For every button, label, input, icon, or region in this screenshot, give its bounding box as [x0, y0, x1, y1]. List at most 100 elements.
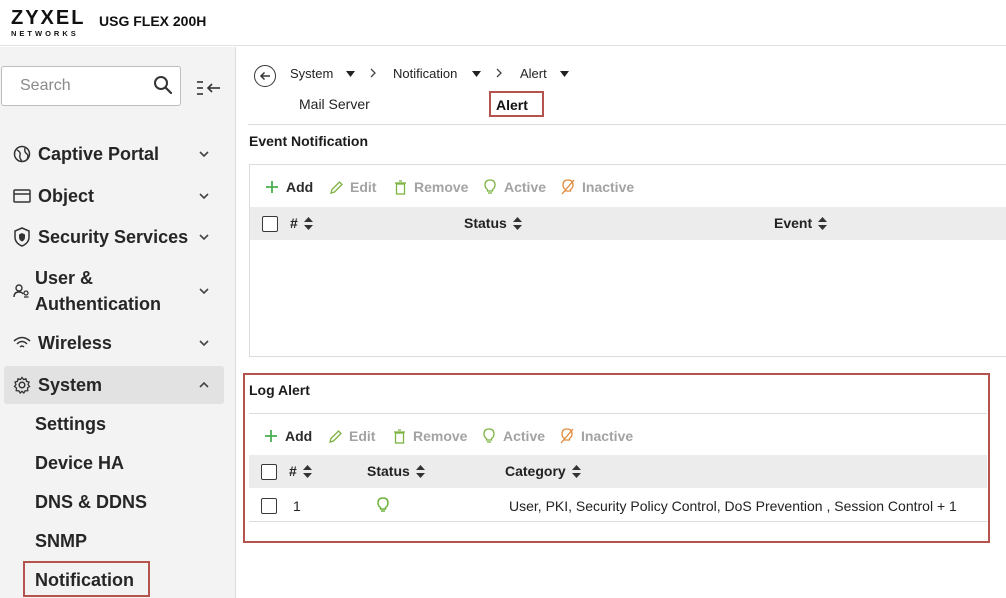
sidebar-item-label-line2: Authentication [35, 294, 161, 314]
search-input[interactable] [20, 75, 148, 97]
event-notification-panel: Add Edit Remove Active Inactive # Status [249, 164, 1006, 357]
trash-icon [391, 428, 407, 444]
sidebar-sub-settings[interactable]: Settings [35, 414, 106, 435]
column-header-event[interactable]: Event [774, 215, 828, 231]
log-active-button[interactable]: Active [481, 428, 545, 444]
sidebar-item-object[interactable]: Object [0, 176, 236, 216]
top-bar: ZYXEL NETWORKS USG FLEX 200H [0, 0, 1006, 46]
status-active-bulb-icon [377, 497, 389, 512]
caret-down-icon[interactable] [346, 71, 355, 77]
sidebar-sub-label: Notification [35, 570, 134, 590]
sidebar-sub-dns-ddns[interactable]: DNS & DDNS [35, 492, 147, 513]
zyxel-logo[interactable]: ZYXEL NETWORKS [11, 8, 85, 38]
table-row[interactable]: 1 User, PKI, Security Policy Control, Do… [249, 488, 987, 522]
bulb-icon [482, 179, 498, 195]
breadcrumb-notification[interactable]: Notification [393, 66, 457, 81]
log-edit-button[interactable]: Edit [327, 428, 375, 444]
event-active-label: Active [504, 179, 547, 195]
search-box[interactable] [1, 66, 181, 106]
event-notification-title: Event Notification [249, 133, 369, 149]
event-active-button[interactable]: Active [482, 179, 546, 195]
row-checkbox[interactable] [261, 498, 277, 514]
column-label: Event [774, 215, 813, 231]
arrow-left-icon [259, 71, 270, 81]
sidebar-item-wireless[interactable]: Wireless [0, 323, 236, 363]
sidebar-item-label: Object [38, 185, 95, 206]
search-icon[interactable] [153, 75, 173, 95]
sort-icon [512, 216, 522, 230]
sidebar-sub-device-ha[interactable]: Device HA [35, 453, 124, 474]
tab-divider [248, 124, 1006, 125]
object-icon [12, 186, 32, 206]
bulb-off-icon [560, 179, 576, 195]
chevron-down-icon [199, 234, 209, 241]
sidebar-item-label-line1: User & [35, 268, 94, 288]
select-all-checkbox[interactable] [262, 216, 278, 232]
log-active-label: Active [503, 428, 546, 444]
caret-down-icon[interactable] [472, 71, 481, 77]
sidebar-item-user-authentication[interactable]: User & Authentication [0, 263, 236, 319]
event-remove-button[interactable]: Remove [392, 179, 468, 195]
main-content: System Notification Alert Mail Server Al… [237, 47, 1006, 598]
back-button[interactable] [254, 65, 276, 87]
sidebar-item-security-services[interactable]: Security Services [0, 217, 236, 257]
column-label: Category [505, 463, 566, 479]
sidebar-item-captive-portal[interactable]: Captive Portal [0, 134, 236, 174]
event-inactive-label: Inactive [582, 179, 635, 195]
log-remove-label: Remove [413, 428, 468, 444]
log-remove-button[interactable]: Remove [391, 428, 467, 444]
tab-mail-server[interactable]: Mail Server [299, 96, 370, 112]
chevron-down-icon [199, 193, 209, 200]
plus-icon [263, 428, 279, 444]
column-header-index[interactable]: # [290, 215, 313, 231]
column-header-category[interactable]: Category [505, 463, 581, 479]
chevron-down-icon [199, 288, 209, 295]
log-add-button[interactable]: Add [263, 428, 312, 444]
event-add-button[interactable]: Add [264, 179, 313, 195]
row-index: 1 [293, 498, 301, 514]
event-edit-label: Edit [350, 179, 377, 195]
chevron-down-icon [199, 151, 209, 158]
sidebar-sub-notification[interactable]: Notification [23, 561, 150, 597]
sidebar-sub-snmp[interactable]: SNMP [35, 531, 87, 552]
event-edit-button[interactable]: Edit [328, 179, 376, 195]
column-header-index[interactable]: # [289, 463, 312, 479]
column-header-status[interactable]: Status [367, 463, 425, 479]
sidebar: Captive Portal Object Security Services … [0, 47, 236, 598]
log-inactive-button[interactable]: Inactive [559, 428, 633, 444]
select-all-checkbox[interactable] [261, 464, 277, 480]
sort-icon [302, 464, 312, 478]
chevron-up-icon [199, 381, 209, 388]
event-add-label: Add [286, 179, 314, 195]
brand-sub: NETWORKS [11, 29, 79, 38]
breadcrumb-system[interactable]: System [290, 66, 333, 81]
log-table-header: # Status Category [249, 455, 987, 488]
chevron-right-icon [370, 68, 376, 78]
sidebar-item-label: Security Services [38, 226, 189, 247]
column-label: # [289, 463, 297, 479]
column-header-status[interactable]: Status [464, 215, 522, 231]
chevron-down-icon [199, 340, 209, 347]
trash-icon [392, 179, 408, 195]
divider [249, 413, 987, 414]
sidebar-item-system[interactable]: System [4, 366, 224, 404]
sidebar-item-label: Wireless [38, 332, 112, 353]
log-add-label: Add [285, 428, 313, 444]
sort-icon [415, 464, 425, 478]
gear-icon [12, 375, 32, 395]
collapse-sidebar-icon[interactable] [196, 78, 222, 98]
breadcrumb-alert[interactable]: Alert [520, 66, 547, 81]
caret-down-icon[interactable] [560, 71, 569, 77]
sort-icon [818, 216, 828, 230]
brand-name: ZYXEL [11, 7, 86, 29]
column-label: Status [464, 215, 507, 231]
bulb-off-icon [559, 428, 575, 444]
sort-icon [571, 464, 581, 478]
event-inactive-button[interactable]: Inactive [560, 179, 634, 195]
column-label: # [290, 215, 298, 231]
chevron-right-icon [496, 68, 502, 78]
tab-alert[interactable]: Alert [489, 91, 544, 117]
log-edit-label: Edit [349, 428, 376, 444]
event-table-header: # Status Event [250, 207, 1006, 240]
sidebar-item-label: User & Authentication [35, 265, 161, 317]
